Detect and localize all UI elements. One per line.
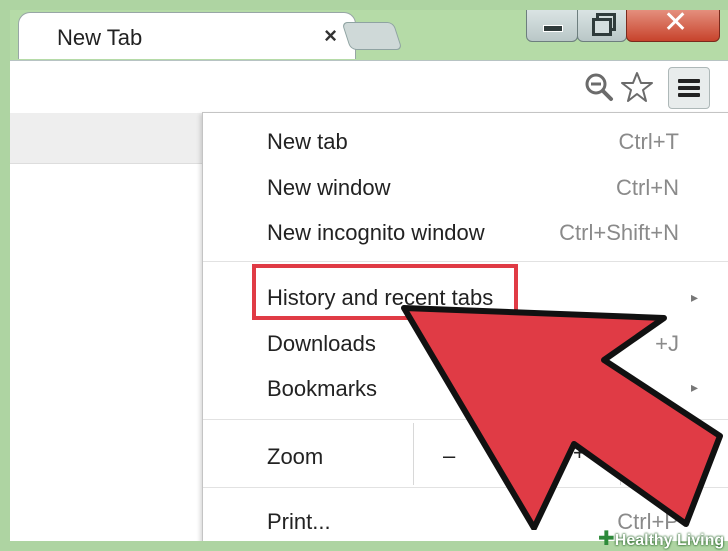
pointer-arrow-icon [401, 305, 723, 530]
menu-item-print[interactable]: Print... [267, 509, 331, 535]
minimize-button[interactable] [526, 10, 578, 42]
close-window-button[interactable]: ✕ [626, 10, 720, 42]
tab-close-icon[interactable]: × [324, 23, 337, 49]
shortcut-new-incognito: Ctrl+Shift+N [559, 220, 679, 245]
watermark-text: Healthy Living [614, 532, 725, 549]
close-icon: ✕ [663, 10, 689, 39]
tab-new-tab[interactable]: New Tab × [18, 12, 356, 59]
tab-title: New Tab [57, 25, 143, 50]
menu-item-new-window[interactable]: New window [267, 175, 391, 201]
menu-item-bookmarks[interactable]: Bookmarks [267, 376, 377, 402]
menu-item-zoom: Zoom [267, 444, 324, 469]
menu-item-downloads[interactable]: Downloads [267, 331, 376, 357]
maximize-button[interactable] [577, 10, 627, 42]
plus-icon: ✚ [598, 528, 615, 550]
star-icon[interactable] [620, 71, 654, 103]
menu-item-new-tab[interactable]: New tab [267, 129, 348, 155]
menu-item-new-incognito-window[interactable]: New incognito window [267, 220, 485, 246]
maximize-icon-back [592, 18, 612, 36]
toolbar [10, 60, 728, 114]
zoom-icon[interactable] [584, 72, 614, 102]
menu-icon[interactable] [668, 67, 710, 109]
menu-separator [203, 261, 728, 262]
new-tab-button[interactable] [341, 22, 403, 50]
minimize-icon [543, 25, 563, 32]
shortcut-new-window: Ctrl+N [616, 175, 679, 200]
shortcut-new-tab: Ctrl+T [618, 129, 680, 154]
watermark: ✚Healthy Living [598, 526, 724, 551]
